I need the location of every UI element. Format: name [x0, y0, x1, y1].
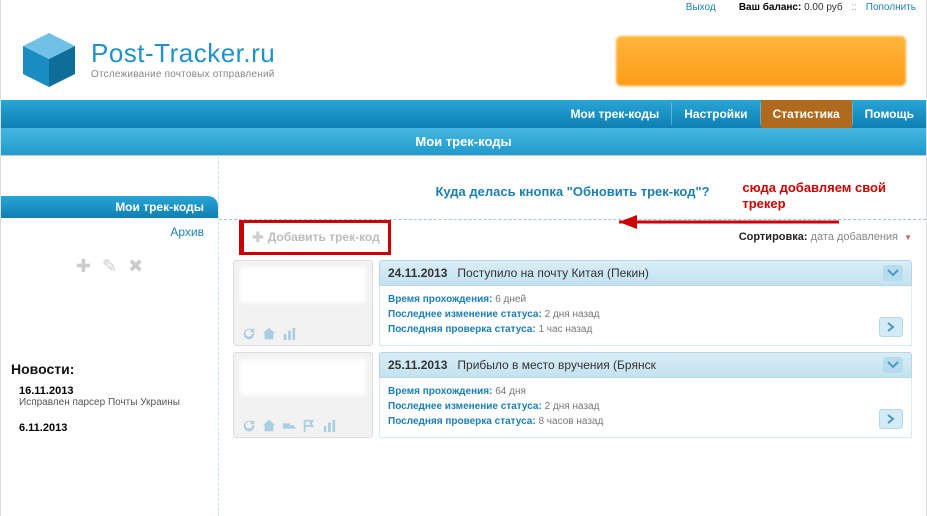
- flag-icon[interactable]: [302, 419, 316, 433]
- track-card-header[interactable]: 25.11.2013 Прибыло в место вручения (Бря…: [379, 352, 912, 378]
- sidebar-actions: ✚ ✎ ✖: [1, 242, 218, 291]
- track-thumbnail[interactable]: [233, 352, 373, 438]
- logout-link[interactable]: Выход: [686, 2, 716, 13]
- top-bar: Выход Ваш баланс: 0.00 руб :: Пополнить: [1, 0, 926, 20]
- edit-icon[interactable]: ✎: [102, 256, 117, 277]
- subnav-title: Мои трек-коды: [1, 128, 926, 156]
- refresh-icon[interactable]: [242, 327, 256, 341]
- track-date: 25.11.2013: [388, 358, 447, 372]
- ad-banner[interactable]: [616, 36, 906, 86]
- sidebar: Мои трек-коды Архив ✚ ✎ ✖ Новости: 16.11…: [1, 156, 219, 516]
- sidebar-tab-mycodes[interactable]: Мои трек-коды: [1, 196, 218, 218]
- track-card-header[interactable]: 24.11.2013 Поступило на почту Китая (Пек…: [379, 260, 912, 286]
- track-row: 24.11.2013 Поступило на почту Китая (Пек…: [233, 260, 912, 346]
- expand-icon[interactable]: [883, 357, 903, 373]
- news-item: 6.11.2013: [1, 418, 218, 442]
- balance-label: Ваш баланс: 0.00 руб: [739, 2, 843, 13]
- sort-direction-icon: ▼: [904, 233, 912, 242]
- news-item: 16.11.2013 Исправлен парсер Почты Украин…: [1, 381, 218, 418]
- add-icon[interactable]: ✚: [76, 256, 91, 277]
- track-card-body: Время прохождения: 6 дней Последнее изме…: [379, 286, 912, 346]
- next-icon[interactable]: [879, 317, 903, 337]
- next-icon[interactable]: [879, 409, 903, 429]
- header: Post-Tracker.ru Отслеживание почтовых от…: [1, 20, 926, 100]
- annotation-text: сюда добавляем свойтрекер: [742, 180, 886, 211]
- annotation-arrow-icon: [579, 208, 849, 236]
- bars-icon[interactable]: [322, 419, 336, 433]
- nav-my-codes[interactable]: Мои трек-коды: [558, 100, 671, 128]
- main-nav: Мои трек-коды Настройки Статистика Помощ…: [1, 100, 926, 128]
- topup-link[interactable]: Пополнить: [866, 2, 916, 13]
- track-row: 25.11.2013 Прибыло в место вручения (Бря…: [233, 352, 912, 438]
- refresh-icon[interactable]: [242, 419, 256, 433]
- nav-help[interactable]: Помощь: [853, 100, 926, 128]
- sidebar-archive[interactable]: Архив: [1, 222, 218, 242]
- truck-icon[interactable]: [282, 419, 296, 433]
- add-track-code-button[interactable]: ✚ Добавить трек-код: [239, 220, 391, 255]
- logo-icon: [19, 29, 79, 89]
- track-thumbnail[interactable]: [233, 260, 373, 346]
- main-content: Куда делась кнопка "Обновить трек-код"? …: [219, 156, 926, 516]
- bars-icon[interactable]: [282, 327, 296, 341]
- track-status: Прибыло в место вручения (Брянск: [457, 358, 655, 372]
- expand-icon[interactable]: [883, 265, 903, 281]
- home-icon[interactable]: [262, 327, 276, 341]
- plus-icon: ✚: [252, 229, 264, 246]
- track-card-body: Время прохождения: 64 дня Последнее изме…: [379, 378, 912, 438]
- home-icon[interactable]: [262, 419, 276, 433]
- track-date: 24.11.2013: [388, 266, 447, 280]
- track-status: Поступило на почту Китая (Пекин): [457, 266, 648, 280]
- news-heading: Новости:: [1, 351, 218, 381]
- nav-stats[interactable]: Статистика: [761, 100, 852, 128]
- delete-icon[interactable]: ✖: [128, 256, 143, 277]
- nav-settings[interactable]: Настройки: [672, 100, 759, 128]
